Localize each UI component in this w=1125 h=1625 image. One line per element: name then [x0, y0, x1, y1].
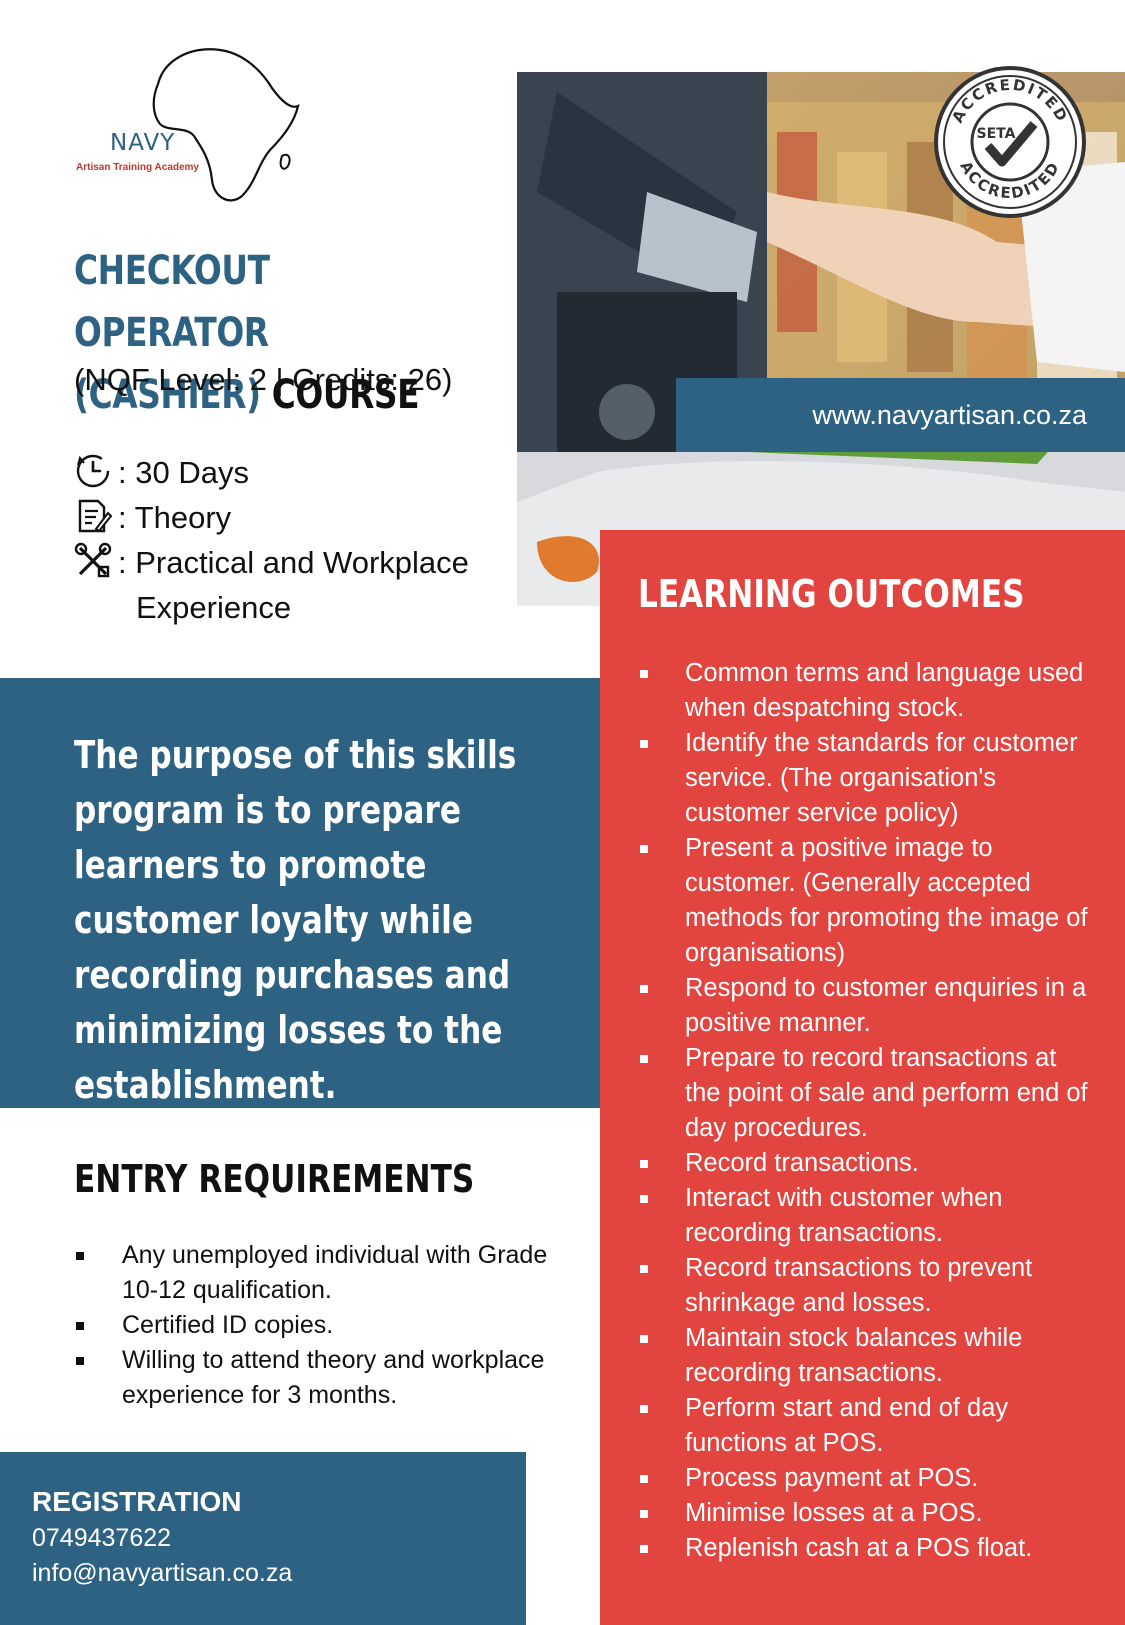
list-item: Minimise losses at a POS.	[638, 1496, 1093, 1531]
nqf-level: (NQF Level: 2 | Credits: 26)	[74, 362, 453, 397]
africa-map-icon	[152, 48, 300, 202]
bullet-icon	[640, 1335, 648, 1343]
bullet-icon	[640, 1160, 648, 1168]
practical-text: : Practical and Workplace Experience	[118, 540, 469, 630]
tools-icon	[74, 542, 112, 578]
list-item: Perform start and end of day functions a…	[638, 1391, 1093, 1461]
list-item: Maintain stock balances while recording …	[638, 1321, 1093, 1391]
list-item: Common terms and language used when desp…	[638, 656, 1093, 726]
list-item: Interact with customer when recording tr…	[638, 1181, 1093, 1251]
list-item: Willing to attend theory and workplace e…	[74, 1343, 564, 1413]
list-item-text: Prepare to record transactions at the po…	[685, 1044, 1088, 1142]
website-link[interactable]: www.navyartisan.co.za	[812, 400, 1087, 431]
navy-logo: NAVY Artisan Training Academy	[72, 40, 312, 210]
list-item: Record transactions to prevent shrinkage…	[638, 1251, 1093, 1321]
list-item: Respond to customer enquiries in a posit…	[638, 971, 1093, 1041]
list-item: Process payment at POS.	[638, 1461, 1093, 1496]
entry-requirements-list: Any unemployed individual with Grade 10-…	[74, 1238, 564, 1413]
bullet-icon	[76, 1322, 84, 1330]
bullet-icon	[640, 1265, 648, 1273]
list-item: Present a positive image to customer. (G…	[638, 831, 1093, 971]
seta-accredited-seal-icon: ACCREDITED ACCREDITED SETA	[934, 66, 1086, 218]
bullet-icon	[640, 1405, 648, 1413]
list-item: Prepare to record transactions at the po…	[638, 1041, 1093, 1146]
practical-line-1: : Practical and Workplace	[118, 545, 469, 580]
list-item-text: Record transactions.	[685, 1149, 919, 1177]
bullet-icon	[640, 1545, 648, 1553]
list-item-text: Process payment at POS.	[685, 1464, 979, 1492]
bullet-icon	[640, 1475, 648, 1483]
practical-line-2: Experience	[136, 590, 292, 625]
list-item-text: Willing to attend theory and workplace e…	[122, 1346, 545, 1409]
list-item: Identify the standards for customer serv…	[638, 726, 1093, 831]
entry-requirements-title: ENTRY REQUIREMENTS	[74, 1157, 475, 1201]
list-item: Replenish cash at a POS float.	[638, 1531, 1093, 1566]
list-item: Any unemployed individual with Grade 10-…	[74, 1238, 564, 1308]
seal-center-text: SETA	[977, 126, 1016, 142]
document-pen-icon	[78, 499, 112, 533]
list-item-text: Record transactions to prevent shrinkage…	[685, 1254, 1033, 1317]
bullet-icon	[640, 1055, 648, 1063]
learning-outcomes-title: LEARNING OUTCOMES	[638, 572, 1025, 616]
list-item-text: Interact with customer when recording tr…	[685, 1184, 1003, 1247]
bullet-icon	[640, 845, 648, 853]
bullet-icon	[640, 1195, 648, 1203]
logo-name: NAVY	[110, 130, 176, 156]
bullet-icon	[76, 1252, 84, 1260]
list-item-text: Respond to customer enquiries in a posit…	[685, 974, 1087, 1037]
list-item-text: Identify the standards for customer serv…	[685, 729, 1078, 827]
list-item-text: Replenish cash at a POS float.	[685, 1534, 1033, 1562]
logo-subtitle: Artisan Training Academy	[76, 162, 199, 173]
learning-outcomes-list: Common terms and language used when desp…	[638, 656, 1093, 1566]
list-item-text: Maintain stock balances while recording …	[685, 1324, 1023, 1387]
website-bar: www.navyartisan.co.za	[676, 378, 1125, 452]
registration-title: REGISTRATION	[32, 1486, 242, 1517]
list-item-text: Present a positive image to customer. (G…	[685, 834, 1088, 967]
registration-phone[interactable]: 0749437622	[32, 1524, 171, 1553]
list-item-text: Any unemployed individual with Grade 10-…	[122, 1241, 548, 1304]
bullet-icon	[640, 740, 648, 748]
list-item: Record transactions.	[638, 1146, 1093, 1181]
list-item-text: Common terms and language used when desp…	[685, 659, 1084, 722]
clock-icon	[76, 454, 110, 488]
list-item-text: Minimise losses at a POS.	[685, 1499, 983, 1527]
list-item-text: Perform start and end of day functions a…	[685, 1394, 1009, 1457]
title-line-1: CHECKOUT OPERATOR	[74, 248, 270, 356]
purpose-text: The purpose of this skills program is to…	[74, 733, 517, 1107]
bullet-icon	[76, 1357, 84, 1365]
bullet-icon	[640, 985, 648, 993]
bullet-icon	[640, 1510, 648, 1518]
theory-text: : Theory	[118, 500, 232, 535]
bullet-icon	[640, 670, 648, 678]
registration-email[interactable]: info@navyartisan.co.za	[32, 1559, 292, 1588]
practical-row: : Practical and Workplace Experience	[74, 540, 469, 630]
duration-row: : 30 Days	[74, 450, 249, 495]
list-item-text: Certified ID copies.	[122, 1311, 334, 1339]
list-item: Certified ID copies.	[74, 1308, 564, 1343]
theory-row: : Theory	[74, 495, 231, 540]
duration-text: : 30 Days	[118, 455, 249, 490]
course-title: CHECKOUT OPERATOR (CASHIER) COURSE	[74, 240, 435, 426]
